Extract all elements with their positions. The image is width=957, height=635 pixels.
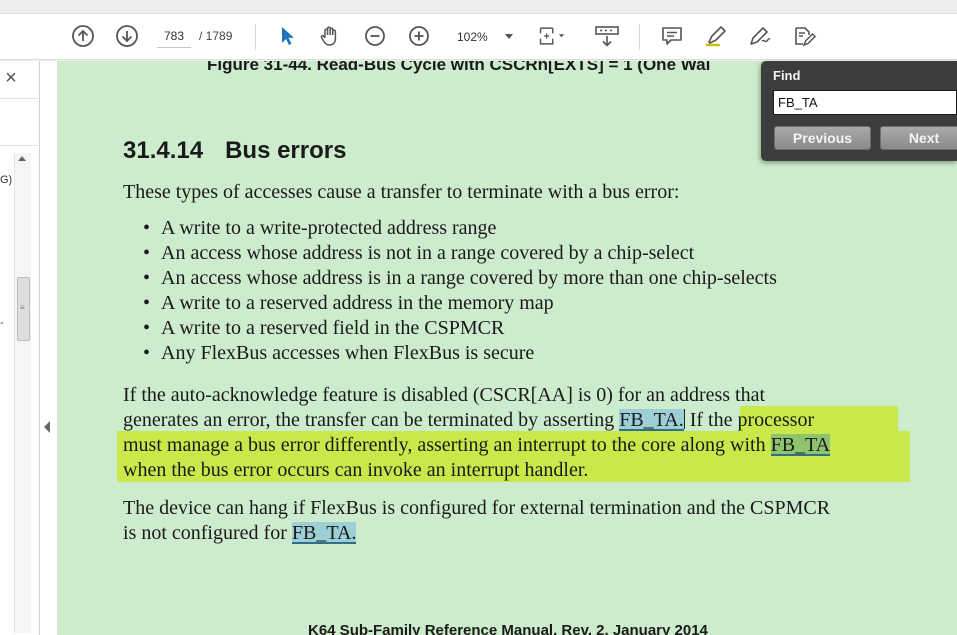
list-item: An access whose address is in a range co… (143, 266, 777, 291)
hand-tool-button[interactable] (316, 22, 344, 50)
pane-divider (0, 98, 38, 99)
page-total: / 1789 (199, 29, 233, 43)
scroll-mode-icon (595, 26, 619, 47)
text-run: is not configured for (123, 522, 292, 544)
minus-circle-icon (365, 26, 385, 46)
collapse-pane-icon[interactable] (44, 421, 50, 433)
comment-button[interactable] (658, 22, 686, 50)
navigation-pane: × G) - ≡ (0, 61, 40, 635)
title-strip (0, 0, 957, 14)
bullet-list: A write to a write-protected address ran… (143, 216, 777, 366)
find-panel: Find Previous Next (761, 61, 957, 161)
page-fit-button[interactable] (537, 22, 565, 50)
hand-icon (320, 26, 337, 46)
highlighter-icon (706, 26, 726, 47)
pane-divider (0, 145, 38, 146)
toolbar-separator (639, 24, 640, 50)
page-fit-icon (539, 27, 565, 45)
arrow-up-circle-icon (72, 25, 94, 47)
list-item: An access whose address is not in a rang… (143, 241, 777, 266)
find-next-button[interactable]: Next (880, 126, 957, 150)
arrow-down-circle-icon (116, 25, 138, 47)
find-previous-button[interactable]: Previous (774, 126, 871, 150)
find-title: Find (773, 68, 801, 83)
text-run: If the processor (684, 409, 815, 431)
intro-paragraph: These types of accesses cause a transfer… (123, 181, 680, 203)
text-run: must manage a bus error differently, ass… (123, 434, 771, 456)
search-match[interactable]: FB_TA. (291, 522, 357, 544)
search-match[interactable]: FB_TA (770, 434, 831, 456)
section-heading: 31.4.14 Bus errors (123, 137, 346, 165)
toolbar-separator (255, 24, 256, 50)
draw-button[interactable] (746, 22, 774, 50)
plus-circle-icon (409, 26, 429, 46)
list-item: A write to a write-protected address ran… (143, 216, 777, 241)
page-footer: K64 Sub-Family Reference Manual, Rev. 2,… (308, 622, 708, 635)
section-title: Bus errors (225, 137, 347, 164)
zoom-out-button[interactable] (361, 22, 389, 50)
highlight-button[interactable] (702, 22, 730, 50)
scroll-up-icon[interactable] (18, 156, 26, 161)
next-page-button[interactable] (113, 22, 141, 50)
toolbar: / 1789 102% (0, 0, 957, 60)
pane-scrollbar[interactable]: ≡ (14, 153, 31, 633)
bookmark-item[interactable]: G) (0, 174, 12, 186)
section-number: 31.4.14 (123, 137, 204, 164)
chevron-down-icon (505, 34, 513, 39)
zoom-in-button[interactable] (405, 22, 433, 50)
text-line: generates an error, the transfer can be … (123, 408, 830, 433)
select-tool-button[interactable] (273, 22, 301, 50)
paragraph-hang: The device can hang if FlexBus is config… (123, 496, 830, 546)
sign-button[interactable] (790, 22, 818, 50)
zoom-level-value: 102% (457, 30, 488, 44)
previous-page-button[interactable] (69, 22, 97, 50)
bookmark-item[interactable]: - (0, 317, 4, 329)
list-item: A write to a reserved field in the CSPMC… (143, 316, 777, 341)
list-item: A write to a reserved address in the mem… (143, 291, 777, 316)
pen-icon (750, 27, 771, 45)
text-line: If the auto-acknowledge feature is disab… (123, 384, 766, 406)
comment-icon (662, 27, 682, 45)
search-match[interactable]: FB_TA. (619, 409, 684, 431)
pane-splitter[interactable] (40, 61, 57, 635)
zoom-level-dropdown[interactable]: 102% (452, 26, 518, 48)
paragraph-auto-ack: If the auto-acknowledge feature is disab… (123, 383, 831, 483)
text-run: generates an error, the transfer can be … (123, 409, 620, 431)
cursor-arrow-icon (282, 27, 294, 45)
figure-caption: Figure 31-44. Read-Bus Cycle with CSCRn[… (207, 61, 711, 74)
grip-icon: ≡ (20, 303, 25, 312)
scroll-mode-button[interactable] (593, 22, 621, 50)
text-line: The device can hang if FlexBus is config… (123, 497, 831, 519)
list-item: Any FlexBus accesses when FlexBus is sec… (143, 341, 777, 366)
text-line: must manage a bus error differently, ass… (123, 433, 831, 458)
page-number-input[interactable] (157, 25, 191, 48)
text-line: when the bus error occurs can invoke an … (123, 459, 589, 481)
text-line: is not configured for FB_TA. (123, 521, 830, 546)
close-pane-icon[interactable]: × (2, 68, 20, 88)
sign-document-icon (795, 27, 817, 47)
find-input[interactable] (773, 90, 957, 115)
pane-scrollbar-thumb[interactable]: ≡ (17, 277, 30, 341)
